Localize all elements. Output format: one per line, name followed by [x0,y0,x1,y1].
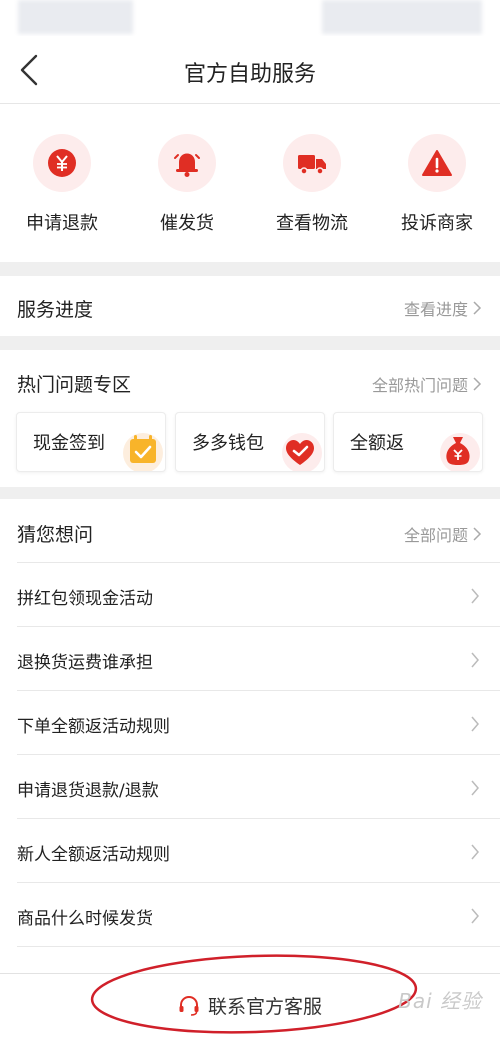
guess-title: 猜您想问 [17,524,94,546]
action-label: 查看物流 [276,213,348,234]
annotation-ellipse [90,954,418,1034]
quick-actions: 申请退款 催发货 查看物流 投诉商家 [0,104,500,262]
question-item[interactable]: 新人全额返活动规则 [0,819,500,883]
chevron-right-icon [471,588,479,604]
money-bag-icon [440,433,480,471]
view-progress-link[interactable]: 查看进度 [404,296,482,320]
calendar-check-icon [123,433,163,471]
chevron-right-icon [473,527,482,541]
question-item[interactable]: 下单全额返活动规则 [0,691,500,755]
question-label: 下单全额返活动规则 [17,717,170,737]
hot-card-full-refund[interactable]: 全额返 [333,412,483,472]
all-questions-label: 全部问题 [403,526,468,545]
hot-card-cash-checkin[interactable]: 现金签到 [16,412,166,472]
question-label: 商品什么时候发货 [17,909,153,929]
view-progress-label: 查看进度 [403,300,468,319]
question-item[interactable]: 拼红包领现金活动 [0,563,500,627]
service-progress-title: 服务进度 [17,299,94,321]
page-title: 官方自助服务 [183,62,316,87]
truck-icon [298,155,326,175]
all-hot-questions-label: 全部热门问题 [371,376,468,395]
hot-card-label: 全额返 [350,433,404,454]
action-label: 催发货 [160,213,214,234]
question-label: 退换货运费谁承担 [17,653,153,673]
question-item[interactable]: 申请退货退款/退款 [0,755,500,819]
action-view-logistics[interactable]: 查看物流 [262,134,362,244]
action-label: 申请退款 [26,213,98,234]
blurred-status-right [322,0,482,34]
hot-card-label: 多多钱包 [192,433,264,454]
action-icon-circle [283,134,341,192]
guess-section-header: 猜您想问 全部问题 [0,499,500,563]
yen-coin-icon [48,149,76,177]
hot-questions-title: 热门问题专区 [17,374,132,396]
bell-icon [174,153,200,177]
chevron-right-icon [473,377,482,391]
chevron-right-icon [471,652,479,668]
warning-triangle-icon [422,150,452,176]
action-apply-refund[interactable]: 申请退款 [12,134,112,244]
service-progress-row[interactable]: 服务进度 查看进度 [0,276,500,336]
chevron-right-icon [473,301,482,315]
action-complain-merchant[interactable]: 投诉商家 [387,134,487,244]
hot-card-label: 现金签到 [33,433,105,454]
question-item[interactable]: 商品什么时候发货 [0,883,500,947]
question-item[interactable]: 退换货运费谁承担 [0,627,500,691]
action-label: 投诉商家 [401,213,473,234]
heart-check-icon [282,433,322,471]
action-icon-circle [158,134,216,192]
all-questions-link[interactable]: 全部问题 [404,522,482,546]
action-icon-circle [33,134,91,192]
hot-card-wallet[interactable]: 多多钱包 [175,412,325,472]
nav-bar: 官方自助服务 [0,36,500,104]
chevron-right-icon [471,716,479,732]
blurred-status-left [18,0,133,34]
action-icon-circle [408,134,466,192]
action-urge-shipping[interactable]: 催发货 [137,134,237,244]
question-label: 新人全额返活动规则 [17,845,170,865]
question-label: 拼红包领现金活动 [17,589,153,609]
status-bar [0,0,500,36]
chevron-right-icon [471,844,479,860]
question-label: 申请退货退款/退款 [17,781,159,801]
all-hot-questions-link[interactable]: 全部热门问题 [372,372,482,396]
watermark: Bai 经验 [398,989,482,1013]
chevron-right-icon [471,780,479,796]
chevron-right-icon [471,908,479,924]
